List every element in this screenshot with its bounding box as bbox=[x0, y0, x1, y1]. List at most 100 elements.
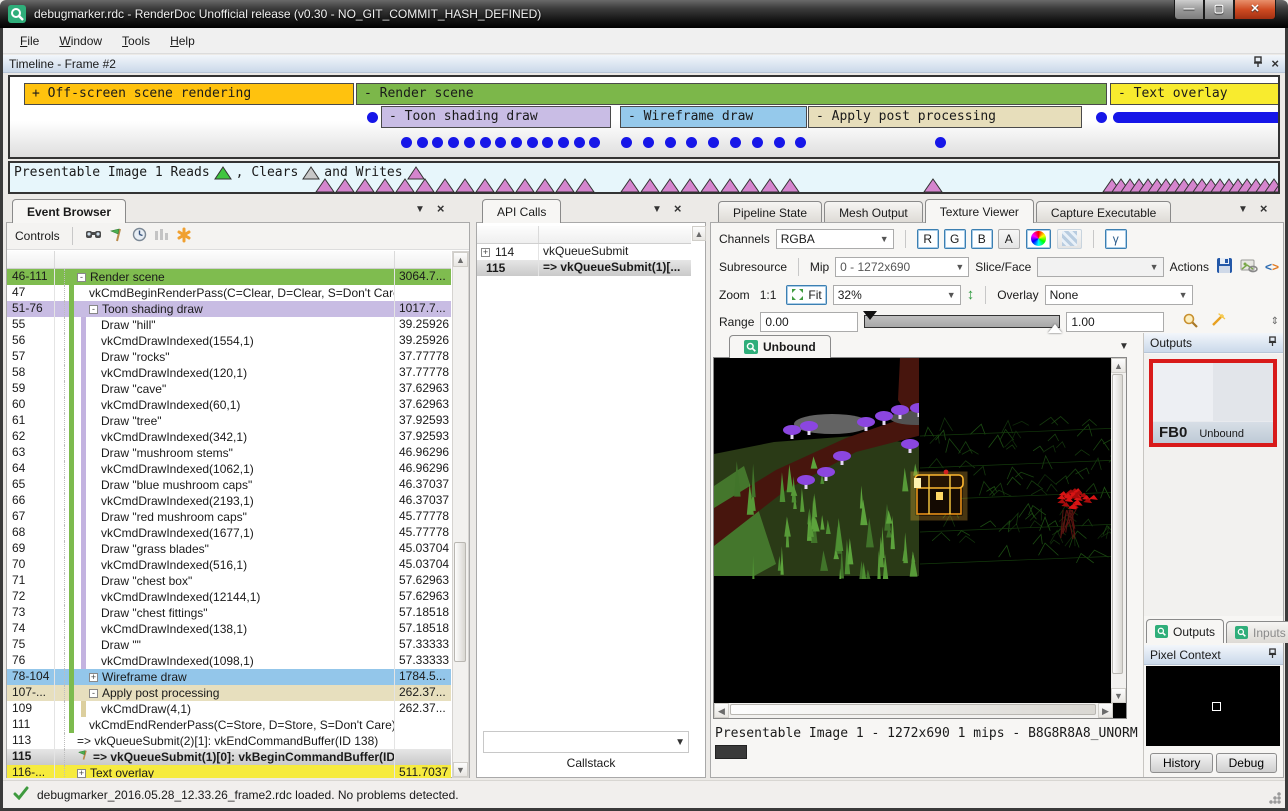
timeline-event-dot[interactable] bbox=[464, 137, 475, 148]
texture-hscrollbar[interactable]: ◀ ▶ bbox=[714, 703, 1113, 718]
tree-expander[interactable]: - bbox=[89, 305, 98, 314]
tree-expander[interactable]: - bbox=[89, 689, 98, 698]
texture-viewer-menu-caret[interactable]: ▼ bbox=[1238, 204, 1248, 215]
toolbar-overflow-icon[interactable]: ⇕ bbox=[1271, 316, 1279, 327]
tree-expander[interactable]: + bbox=[481, 248, 490, 257]
timeline-event-dot[interactable] bbox=[774, 137, 785, 148]
timeline-event-dot[interactable] bbox=[417, 137, 428, 148]
menu-item-window[interactable]: Window bbox=[50, 31, 111, 51]
close-button[interactable]: ✕ bbox=[1234, 0, 1276, 20]
colorwheel-toggle[interactable] bbox=[1026, 229, 1051, 249]
flip-y-icon[interactable]: ↕ bbox=[967, 286, 975, 303]
autofit-wand-icon[interactable] bbox=[1209, 312, 1226, 332]
callstack-box[interactable]: ▼ bbox=[483, 731, 689, 753]
channels-select[interactable]: RGBA▼ bbox=[776, 229, 894, 249]
event-row[interactable]: 61Draw "tree"37.92593 bbox=[7, 413, 451, 429]
timeline-event-dot[interactable] bbox=[558, 137, 569, 148]
pixel-context-view[interactable] bbox=[1146, 666, 1280, 746]
event-browser-scrollbar[interactable]: ▲ ▼ bbox=[452, 251, 469, 778]
overlay-select[interactable]: None▼ bbox=[1045, 285, 1193, 305]
event-row[interactable]: 69Draw "grass blades"45.03704 bbox=[7, 541, 451, 557]
column-eid[interactable] bbox=[7, 251, 55, 268]
timeline-event-dot[interactable] bbox=[527, 137, 538, 148]
timeline-event-dot[interactable] bbox=[448, 137, 459, 148]
timeline-marker-bar[interactable]: + Off-screen scene rendering bbox=[24, 83, 354, 105]
timeline-event-dot[interactable] bbox=[752, 137, 763, 148]
tab-mesh-output[interactable]: Mesh Output bbox=[824, 201, 923, 223]
timeline-event-dot[interactable] bbox=[621, 137, 632, 148]
callstack-scroll-caret[interactable]: ▼ bbox=[675, 737, 685, 748]
timeline-marker-bar[interactable]: - Render scene bbox=[356, 83, 1107, 105]
zoom-level-select[interactable]: 32%▼ bbox=[833, 285, 961, 305]
maximize-button[interactable]: ▢ bbox=[1204, 0, 1234, 20]
channel-b-toggle[interactable]: B bbox=[971, 229, 993, 249]
event-row[interactable]: 109vkCmdDraw(4,1)262.37... bbox=[7, 701, 451, 717]
column-duration[interactable] bbox=[395, 251, 451, 268]
event-row[interactable]: 57Draw "rocks"37.77778 bbox=[7, 349, 451, 365]
filter-star-icon[interactable] bbox=[176, 227, 192, 246]
column-name[interactable] bbox=[55, 251, 395, 268]
timeline-event-dot[interactable] bbox=[665, 137, 676, 148]
timeline-close-icon[interactable]: × bbox=[1271, 59, 1279, 69]
event-row[interactable]: 72vkCmdDrawIndexed(12144,1)57.62963 bbox=[7, 589, 451, 605]
fit-button[interactable]: Fit bbox=[786, 285, 826, 305]
event-row[interactable]: 56vkCmdDrawIndexed(1554,1)39.25926 bbox=[7, 333, 451, 349]
history-button[interactable]: History bbox=[1150, 753, 1213, 773]
timeline-event-dot[interactable] bbox=[708, 137, 719, 148]
menu-item-help[interactable]: Help bbox=[161, 31, 204, 51]
timeline-marker-bar[interactable]: - Apply post processing bbox=[808, 106, 1082, 128]
zoom-range-icon[interactable] bbox=[1182, 312, 1199, 332]
time-icon[interactable] bbox=[132, 227, 147, 245]
event-browser-tree[interactable]: 46-111-Render scene3064.7...47vkCmdBegin… bbox=[7, 269, 451, 778]
tab-pipeline-state[interactable]: Pipeline State bbox=[718, 201, 822, 223]
find-icon[interactable] bbox=[85, 227, 102, 245]
texture-canvas[interactable]: ▲ ▼ ◀ ▶ bbox=[713, 357, 1127, 719]
bookmark-flag-icon[interactable] bbox=[109, 227, 125, 246]
column-api-call[interactable] bbox=[539, 226, 691, 243]
event-row[interactable]: 65Draw "blue mushroom caps"46.37037 bbox=[7, 477, 451, 493]
timeline-marker-bar[interactable]: - Toon shading draw bbox=[381, 106, 611, 128]
event-row[interactable]: 73Draw "chest fittings"57.18518 bbox=[7, 605, 451, 621]
event-row[interactable]: 64vkCmdDrawIndexed(1062,1)46.96296 bbox=[7, 461, 451, 477]
event-row[interactable]: 115=> vkQueueSubmit(1)[0]: vkBeginComman… bbox=[7, 749, 451, 765]
api-calls-list[interactable]: + 114vkQueueSubmit 115=> vkQueueSubmit(1… bbox=[477, 244, 691, 276]
channel-g-toggle[interactable]: G bbox=[944, 229, 966, 249]
event-row[interactable]: 74vkCmdDrawIndexed(138,1)57.18518 bbox=[7, 621, 451, 637]
api-calls-header[interactable] bbox=[477, 226, 691, 244]
texture-viewer-close-icon[interactable]: × bbox=[1260, 204, 1268, 215]
event-browser-menu-caret[interactable]: ▼ bbox=[415, 204, 425, 215]
range-slider[interactable] bbox=[864, 313, 1060, 331]
event-row[interactable]: 63Draw "mushroom stems"46.96296 bbox=[7, 445, 451, 461]
api-calls-close-icon[interactable]: × bbox=[674, 204, 682, 215]
slice-face-select[interactable]: ▼ bbox=[1037, 257, 1163, 277]
timeline-event-dot[interactable] bbox=[542, 137, 553, 148]
event-row[interactable]: 59Draw "cave"37.62963 bbox=[7, 381, 451, 397]
event-row[interactable]: 67Draw "red mushroom caps"45.77778 bbox=[7, 509, 451, 525]
zoom-1to1-button[interactable]: 1:1 bbox=[756, 285, 781, 305]
timeline-event-dot[interactable] bbox=[495, 137, 506, 148]
event-browser-close-icon[interactable]: × bbox=[437, 204, 445, 215]
debug-button[interactable]: Debug bbox=[1216, 753, 1277, 773]
tree-expander[interactable]: - bbox=[77, 273, 86, 282]
timeline-event-dot[interactable] bbox=[795, 137, 806, 148]
timeline-event-dot[interactable] bbox=[574, 137, 585, 148]
event-row[interactable]: 66vkCmdDrawIndexed(2193,1)46.37037 bbox=[7, 493, 451, 509]
texture-vscrollbar[interactable]: ▲ ▼ bbox=[1111, 358, 1126, 703]
event-row[interactable]: 75Draw ""57.33333 bbox=[7, 637, 451, 653]
timeline-event-dot[interactable] bbox=[643, 137, 654, 148]
event-row[interactable]: 60vkCmdDrawIndexed(60,1)37.62963 bbox=[7, 397, 451, 413]
event-row[interactable]: 111vkCmdEndRenderPass(C=Store, D=Store, … bbox=[7, 717, 451, 733]
tree-expander[interactable]: + bbox=[77, 769, 86, 778]
timeline-event-dot[interactable] bbox=[401, 137, 412, 148]
event-row[interactable]: 76vkCmdDrawIndexed(1098,1)57.33333 bbox=[7, 653, 451, 669]
tree-expander[interactable]: + bbox=[89, 673, 98, 682]
range-white-handle[interactable] bbox=[1048, 324, 1062, 333]
api-call-row[interactable]: 115=> vkQueueSubmit(1)[... bbox=[477, 260, 691, 276]
range-max-input[interactable]: 1.00 bbox=[1066, 312, 1164, 332]
channel-a-toggle[interactable]: A bbox=[998, 229, 1020, 249]
channel-r-toggle[interactable]: R bbox=[917, 229, 939, 249]
tab-capture-executable[interactable]: Capture Executable bbox=[1036, 201, 1171, 223]
columns-icon[interactable] bbox=[154, 227, 169, 245]
timeline-event-capsule[interactable] bbox=[1113, 112, 1280, 123]
timeline-event-dot[interactable] bbox=[589, 137, 600, 148]
